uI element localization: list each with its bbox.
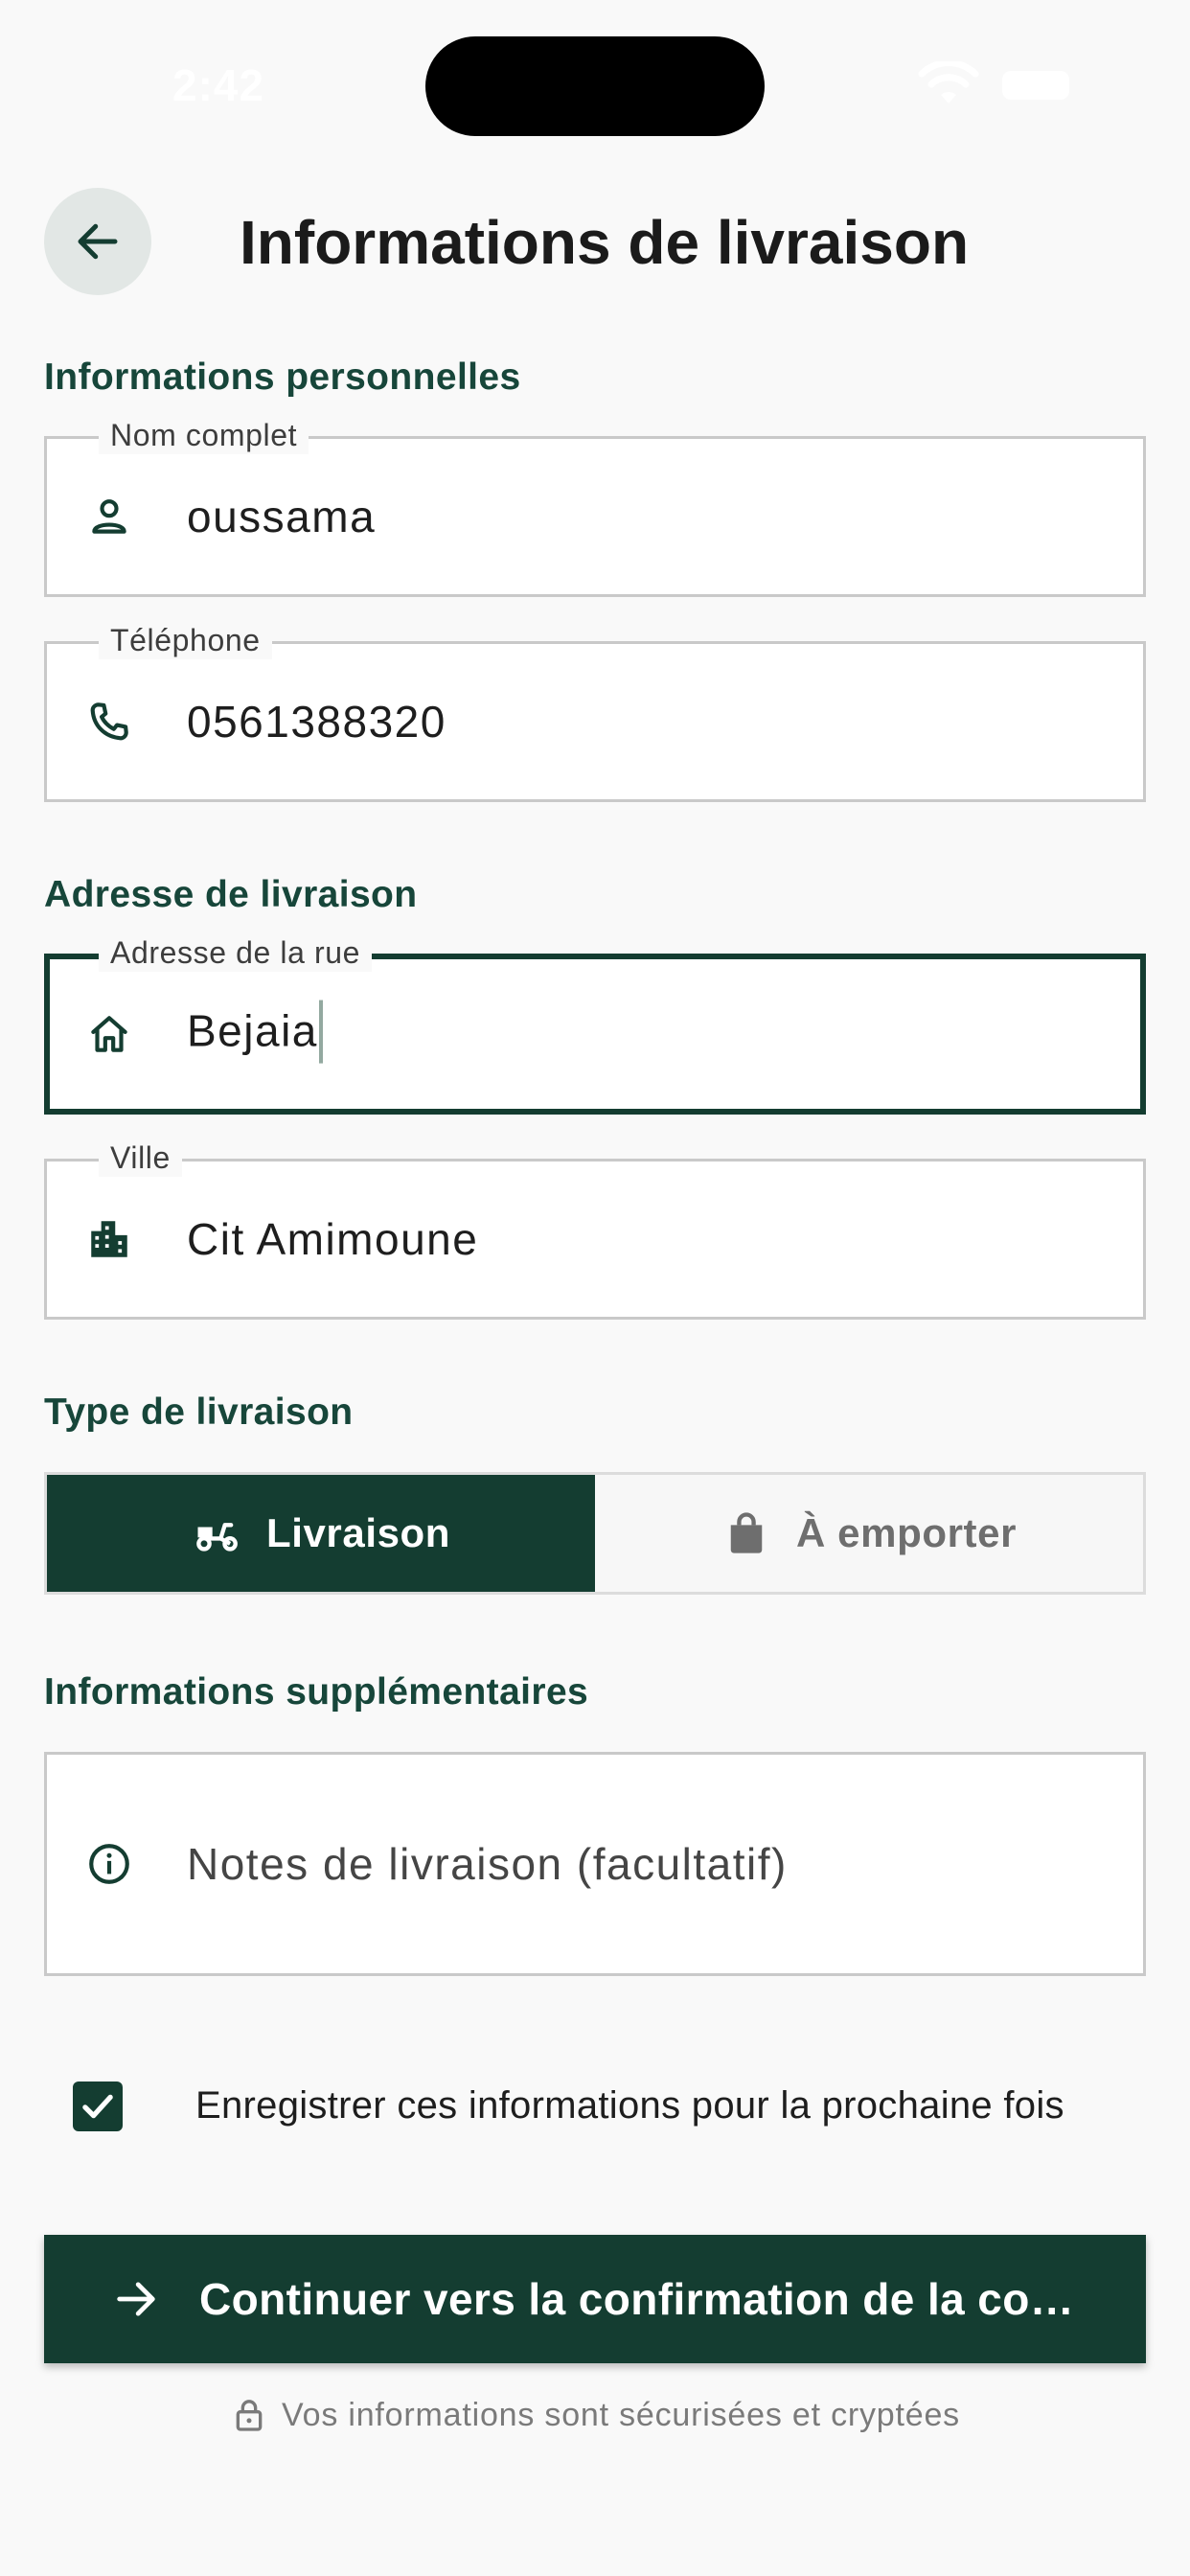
section-delivery-type: Type de livraison (44, 1392, 354, 1433)
lock-icon (236, 2400, 263, 2431)
save-info-label[interactable]: Enregistrer ces informations pour la pro… (195, 2084, 1064, 2128)
delivery-notes-field[interactable]: Notes de livraison (facultatif) (44, 1752, 1146, 1976)
phone-label: Téléphone (99, 621, 272, 659)
street-address-value: Bejaia (187, 1000, 323, 1064)
city-icon (91, 1221, 127, 1257)
full-name-label: Nom complet (99, 416, 309, 454)
status-time: 2:42 (172, 60, 265, 110)
phone-icon (90, 702, 128, 741)
person-icon (92, 499, 126, 534)
checkmark-icon (82, 2094, 113, 2119)
security-note-text: Vos informations sont sécurisées et cryp… (282, 2396, 960, 2433)
back-button[interactable] (44, 188, 151, 295)
section-additional-info: Informations supplémentaires (44, 1671, 589, 1713)
save-info-checkbox[interactable] (73, 2082, 123, 2131)
city-field[interactable]: Ville Cit Amimoune (44, 1138, 1146, 1320)
takeaway-option-label: À emporter (795, 1510, 1018, 1555)
info-icon (89, 1844, 129, 1884)
city-label: Ville (99, 1138, 182, 1177)
street-address-label: Adresse de la rue (99, 933, 373, 972)
delivery-option-button[interactable]: Livraison (47, 1475, 595, 1592)
security-note: Vos informations sont sécurisées et cryp… (0, 2396, 1190, 2434)
phone-value: 0561388320 (187, 697, 446, 747)
delivery-option-label: Livraison (265, 1510, 451, 1555)
street-address-field[interactable]: Adresse de la rue Bejaia (44, 933, 1146, 1115)
section-delivery-address: Adresse de livraison (44, 874, 418, 915)
wifi-icon (918, 61, 979, 104)
delivery-info-screen: 2:42 Informations de livraison Informati… (0, 0, 1190, 2576)
delivery-type-toggle: Livraison À emporter (44, 1472, 1146, 1595)
arrow-right-icon (117, 2282, 155, 2316)
takeaway-option-button[interactable]: À emporter (595, 1475, 1143, 1592)
delivery-scooter-icon (196, 1523, 238, 1552)
continue-button-label: Continuer vers la confirmation de la com… (199, 2274, 1090, 2324)
home-icon (91, 1016, 127, 1052)
full-name-field[interactable]: Nom complet oussama (44, 416, 1146, 597)
section-personal-info: Informations personnelles (44, 356, 521, 398)
delivery-notes-placeholder: Notes de livraison (facultatif) (187, 1839, 788, 1889)
city-value: Cit Amimoune (187, 1214, 479, 1264)
dynamic-island (425, 36, 765, 136)
continue-to-confirmation-button[interactable]: Continuer vers la confirmation de la com… (44, 2235, 1146, 2363)
phone-field[interactable]: Téléphone 0561388320 (44, 621, 1146, 802)
arrow-left-icon (78, 223, 118, 260)
shopping-bag-icon (730, 1512, 763, 1553)
text-caret (318, 1000, 323, 1064)
page-title: Informations de livraison (240, 208, 970, 277)
battery-icon (1002, 71, 1069, 100)
full-name-value: oussama (187, 492, 377, 541)
